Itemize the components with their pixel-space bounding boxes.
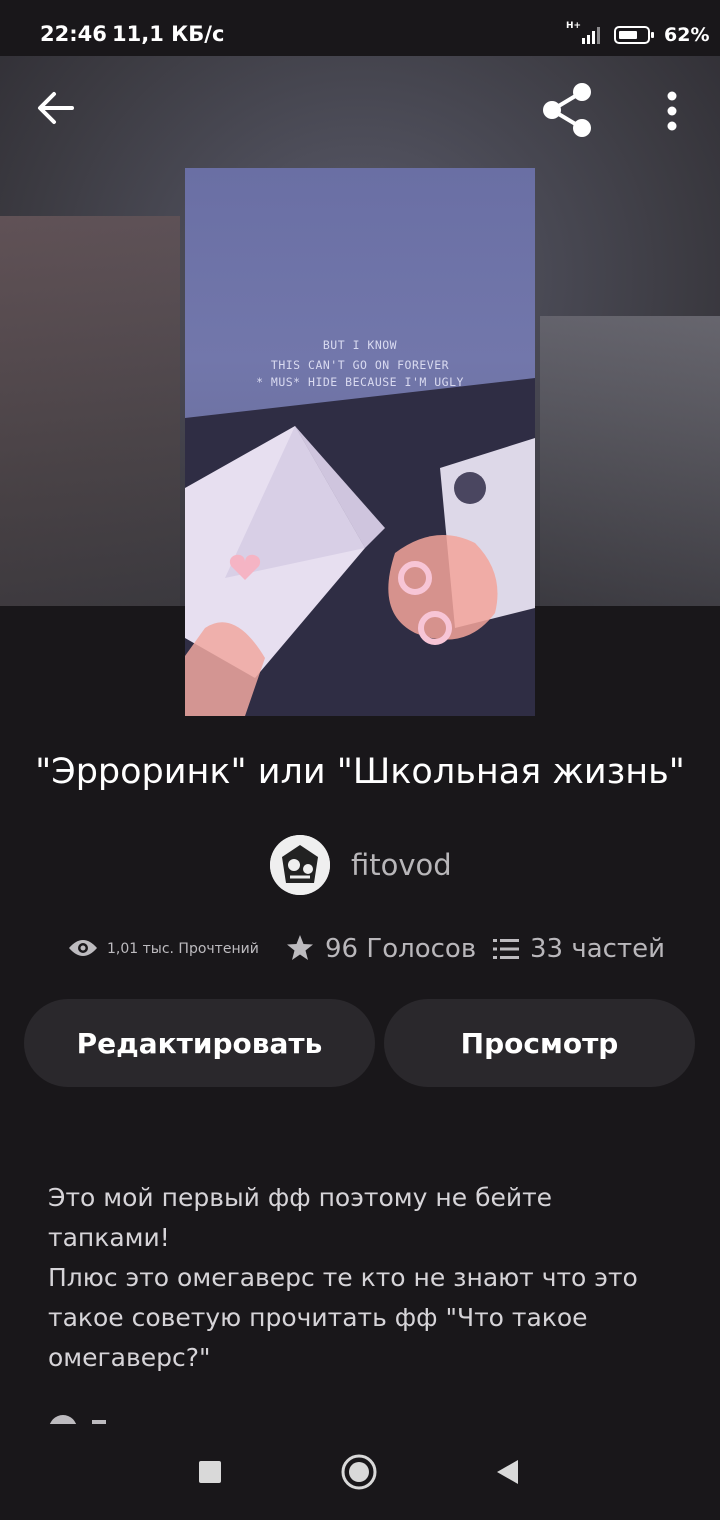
eye-icon [69,940,97,956]
story-description: Это мой первый фф поэтому не бейте тапка… [48,1183,638,1372]
status-time: 22:46 [40,22,107,46]
recents-square-icon[interactable] [199,1461,221,1483]
system-nav-bar [0,1424,720,1520]
cover-line-1: BUT I KNOW [322,338,398,352]
back-triangle-icon[interactable] [494,1458,520,1486]
parts-count: 33 частей [530,934,665,964]
battery-icon [614,26,654,44]
reads-count: 1,01 тыс. Прочтений [107,941,259,957]
signal-icon [582,27,600,44]
author-avatar[interactable] [270,835,330,895]
battery-percent: 62% [664,24,710,46]
preview-button[interactable]: Просмотр [384,999,695,1087]
votes-count: 96 Голосов [325,934,477,964]
status-speed: 11,1 КБ/с [112,22,225,46]
cover-line-3: * MUS* HIDE BECAUSE I'M UGLY [256,375,464,389]
home-circle-icon[interactable] [340,1453,378,1491]
backdrop-blur-left [0,216,180,606]
story-title: "Эрроринк" или "Школьная жизнь" [35,752,685,792]
list-icon [493,939,519,959]
story-stats: 1,01 тыс. Прочтений 96 Голосов 33 частей [0,930,720,970]
cover-line-2: THIS CAN'T GO ON FOREVER [270,358,450,372]
star-icon [287,935,313,960]
more-vert-icon[interactable] [650,86,694,136]
cover-illustration [185,378,535,716]
status-bar: 22:46 11,1 КБ/с H+ 62% [0,0,720,56]
back-arrow-icon[interactable] [30,82,82,134]
avatar-image [270,835,330,895]
share-icon[interactable] [536,80,600,140]
story-cover-image[interactable]: BUT I KNOW THIS CAN'T GO ON FOREVER * MU… [185,168,535,716]
network-type: H+ [566,21,582,31]
author-name[interactable]: fitovod [351,848,452,882]
edit-button[interactable]: Редактировать [24,999,375,1087]
backdrop-blur-right [540,316,720,606]
